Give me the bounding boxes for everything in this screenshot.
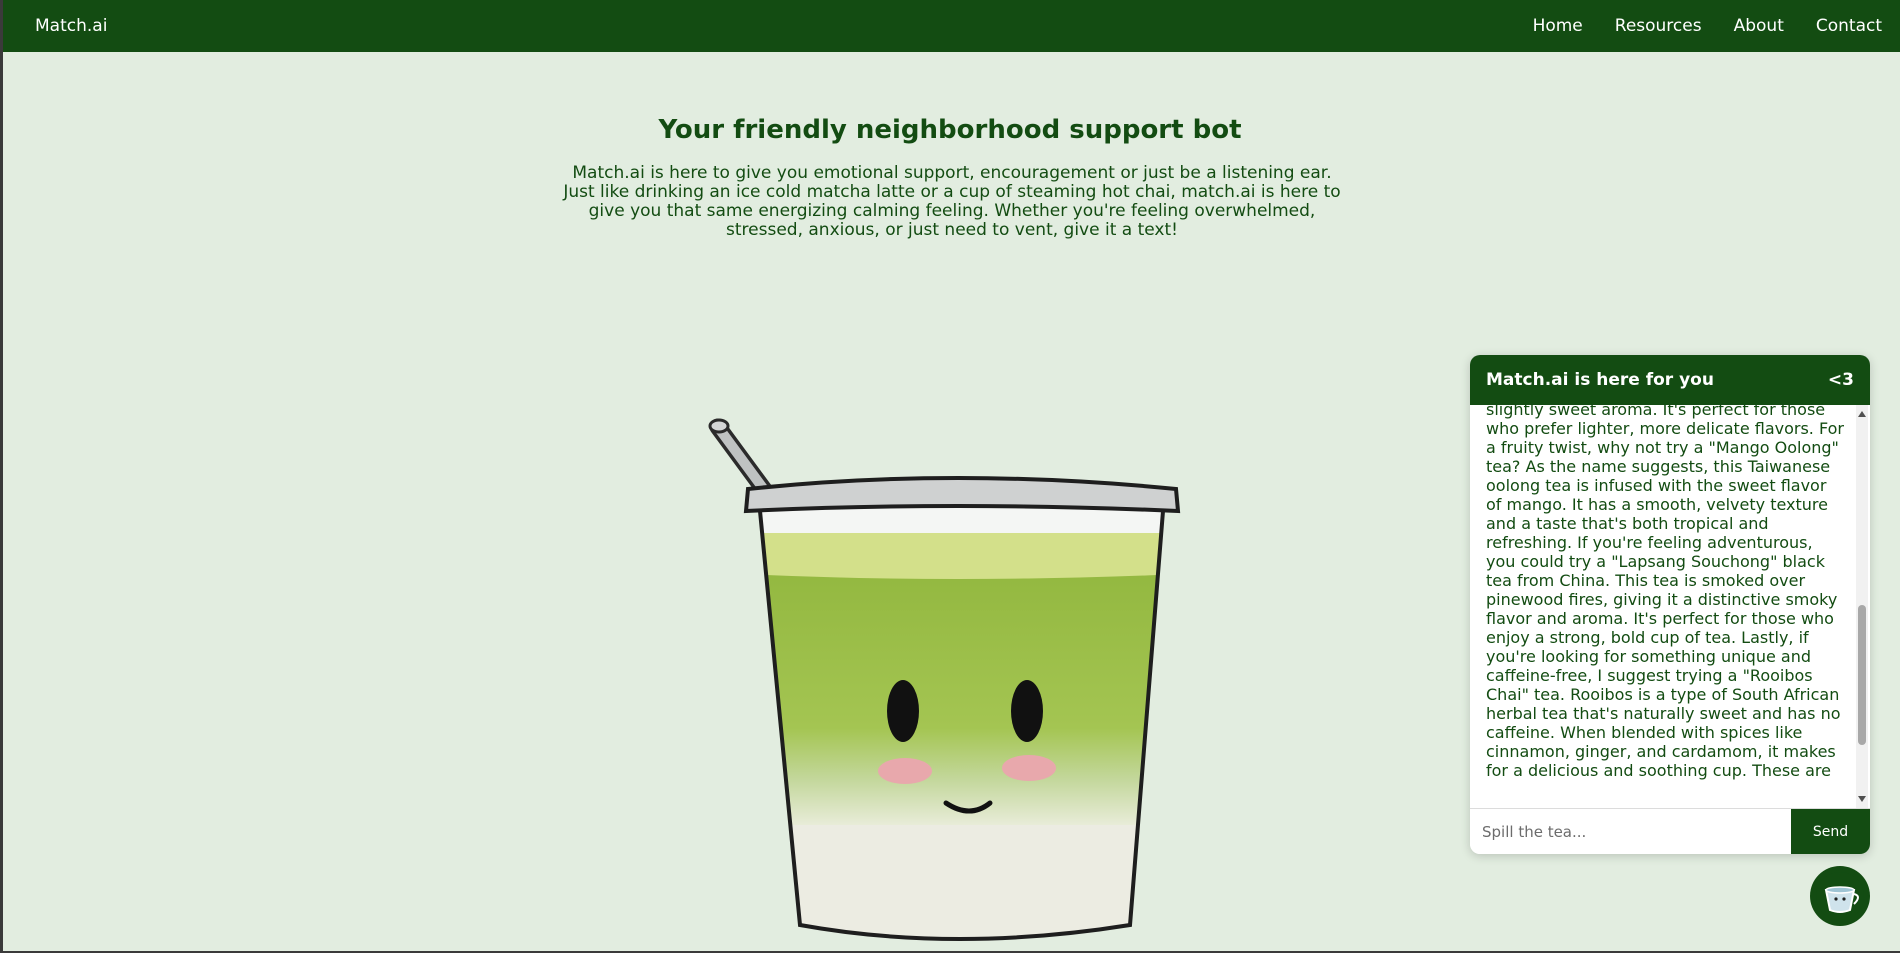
- navbar: Match.ai Home Resources About Contact: [3, 0, 1900, 52]
- scroll-down-arrow-icon[interactable]: [1858, 796, 1866, 802]
- right-eye: [1011, 680, 1043, 742]
- foam-layer: [763, 533, 1162, 579]
- nav-links: Home Resources About Contact: [1501, 16, 1882, 36]
- nav-link-resources[interactable]: Resources: [1615, 16, 1702, 36]
- chat-close-toggle[interactable]: <3: [1828, 370, 1854, 390]
- left-eye: [887, 680, 919, 742]
- nav-link-home[interactable]: Home: [1533, 16, 1583, 36]
- page-title: Your friendly neighborhood support bot: [658, 115, 1242, 145]
- cup-lid: [743, 476, 1181, 514]
- hero-description: Match.ai is here to give you emotional s…: [563, 163, 1341, 240]
- matcha-liquid: [766, 570, 1158, 825]
- scroll-up-arrow-icon[interactable]: [1858, 411, 1866, 417]
- chat-messages[interactable]: jasmine flowers, giving it a floral and …: [1470, 405, 1870, 809]
- chat-toggle-button[interactable]: [1810, 866, 1870, 926]
- bot-message: jasmine flowers, giving it a floral and …: [1486, 405, 1844, 780]
- chat-input-row: Send: [1470, 809, 1870, 854]
- left-cheek: [878, 758, 932, 784]
- nav-link-contact[interactable]: Contact: [1816, 16, 1882, 36]
- scroll-thumb[interactable]: [1858, 605, 1866, 745]
- matcha-cup-illustration: [708, 418, 1181, 941]
- chat-title: Match.ai is here for you: [1486, 370, 1714, 390]
- chat-header: Match.ai is here for you <3: [1470, 355, 1870, 405]
- send-button[interactable]: Send: [1791, 809, 1870, 854]
- chat-widget: Match.ai is here for you <3 jasmine flow…: [1470, 355, 1870, 854]
- chat-scrollbar[interactable]: [1856, 405, 1868, 808]
- nav-link-about[interactable]: About: [1734, 16, 1784, 36]
- chat-message-input[interactable]: [1470, 809, 1791, 854]
- right-cheek: [1002, 755, 1056, 781]
- tea-cup-icon: [1816, 872, 1864, 920]
- brand-logo-link[interactable]: Match.ai: [35, 16, 107, 36]
